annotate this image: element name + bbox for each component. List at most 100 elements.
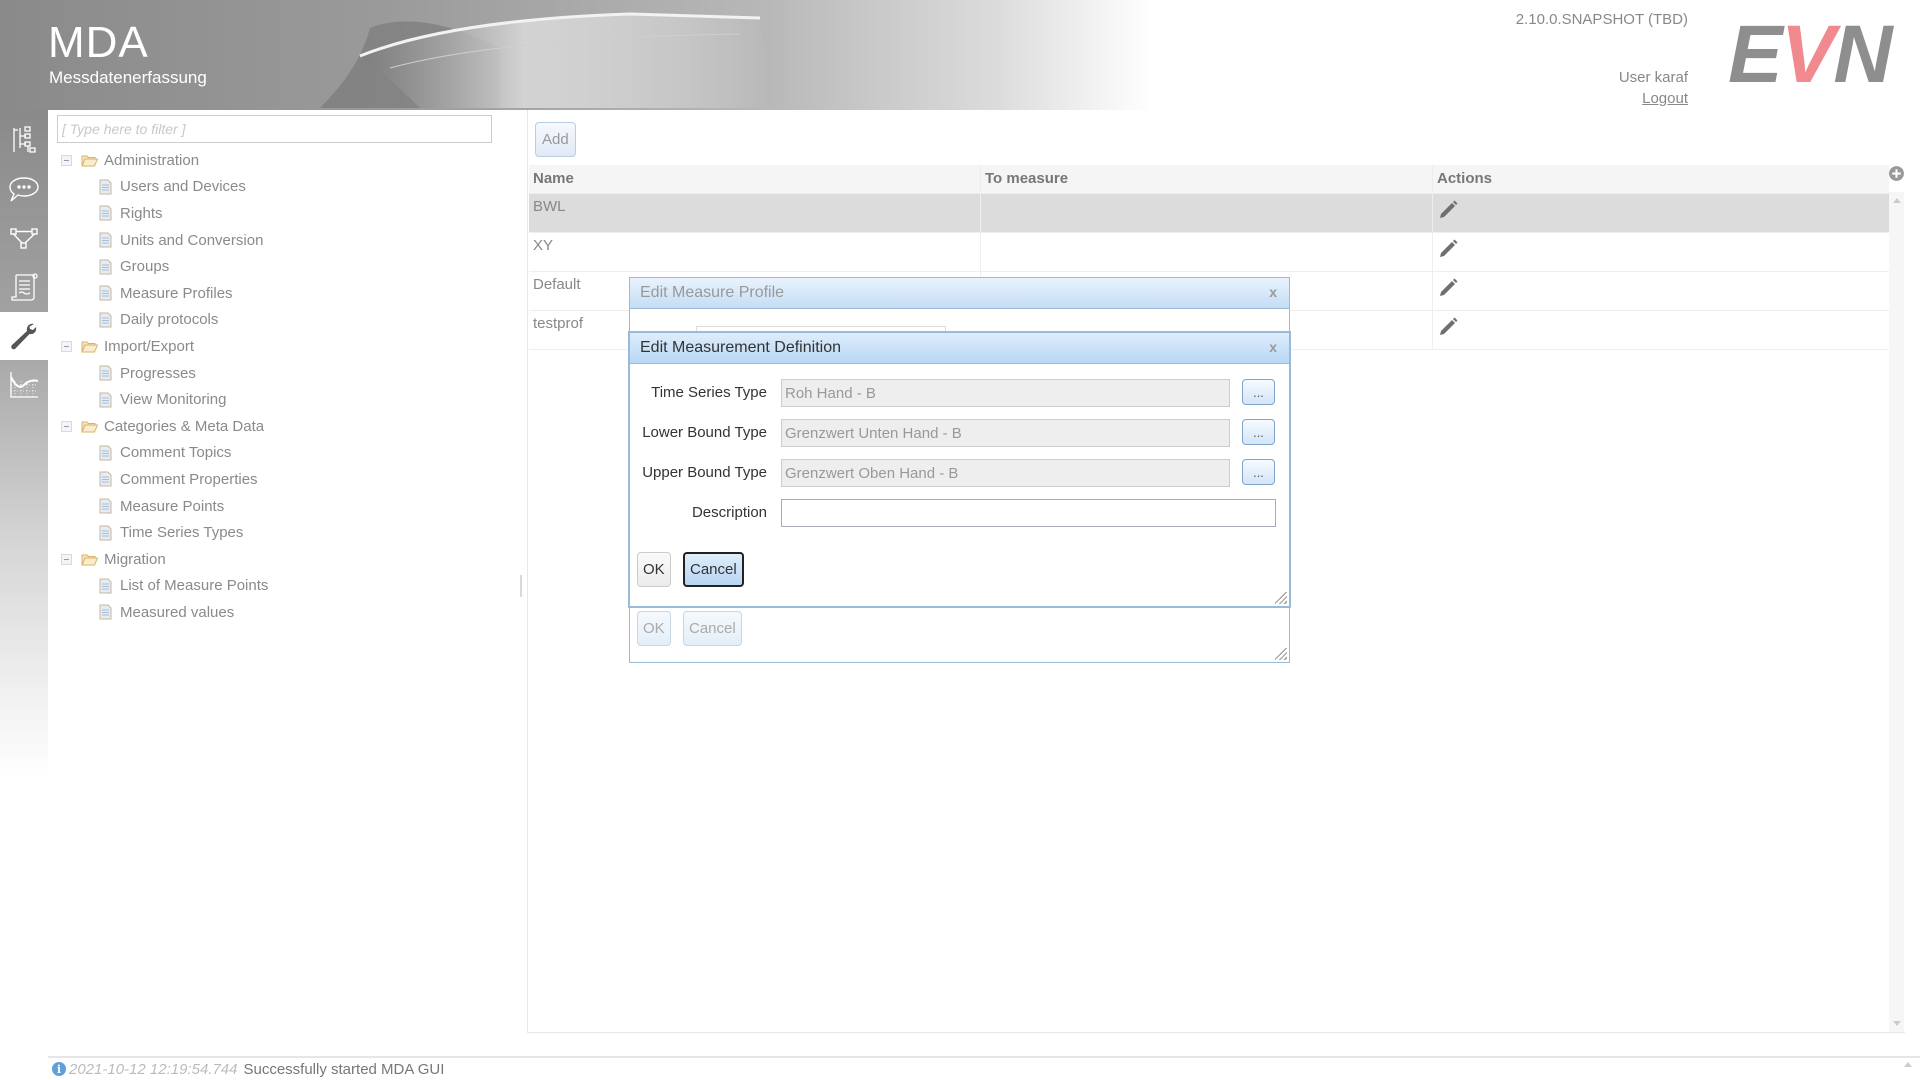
add-button[interactable]: Add (535, 122, 576, 157)
page-scroll-up-arrow-icon[interactable] (1904, 1062, 1912, 1067)
resize-grip-icon[interactable] (1275, 592, 1287, 604)
document-icon (99, 205, 112, 221)
tree-label: View Monitoring (120, 391, 227, 409)
cancel-button[interactable]: Cancel (683, 552, 744, 587)
scroll-down-arrow-icon[interactable] (1893, 1021, 1901, 1026)
lower-bound-type-browse-button[interactable]: ... (1242, 419, 1275, 445)
tree-item[interactable]: List of Measure Points (61, 573, 268, 600)
tree-label: Import/Export (104, 337, 195, 355)
info-icon: i (52, 1062, 66, 1076)
dialog-titlebar[interactable]: Edit Measurement Definition x (630, 333, 1289, 364)
upper-bound-type-row: Upper Bound Type ... (630, 459, 1289, 487)
description-row: Description (630, 499, 1289, 527)
close-icon[interactable]: x (1269, 284, 1277, 300)
open-folder-icon (81, 554, 98, 566)
document-icon (99, 259, 112, 275)
time-series-type-browse-button[interactable]: ... (1242, 379, 1275, 405)
document-icon (99, 312, 112, 328)
column-header-actions[interactable]: Actions (1433, 165, 1889, 193)
tree-item[interactable]: Units and Conversion (61, 227, 268, 254)
cell-actions (1433, 194, 1889, 232)
tree-label: Units and Conversion (120, 231, 264, 249)
tree-folder[interactable]: Administration (61, 147, 268, 174)
tree-label: Migration (104, 550, 166, 568)
open-folder-icon (81, 155, 98, 167)
evn-logo: EVN (1728, 14, 1893, 96)
tree-item[interactable]: Comment Topics (61, 440, 268, 467)
open-folder-icon (81, 341, 98, 353)
collapse-toggle-icon[interactable] (61, 553, 72, 565)
cell-name: XY (529, 233, 981, 271)
column-header-name[interactable]: Name (529, 165, 981, 193)
nav-charts[interactable] (0, 361, 48, 409)
scroll-up-arrow-icon[interactable] (1893, 198, 1901, 203)
dialog-titlebar[interactable]: Edit Measure Profile x (630, 278, 1289, 309)
lower-bound-type-input[interactable] (781, 419, 1230, 447)
cell-actions (1433, 233, 1889, 271)
nav-workflow[interactable] (0, 214, 48, 262)
tree-item[interactable]: Measure Profiles (61, 280, 268, 307)
tree-item[interactable]: Measure Points (61, 493, 268, 520)
document-icon (99, 445, 112, 461)
tree-item[interactable]: Time Series Types (61, 519, 268, 546)
ok-button[interactable]: OK (637, 611, 671, 646)
logo-letter-e: E (1728, 9, 1783, 100)
time-series-type-input[interactable] (781, 379, 1230, 407)
tree-item[interactable]: Users and Devices (61, 174, 268, 201)
table-row[interactable]: XY (529, 233, 1889, 272)
app-subtitle: Messdatenerfassung (49, 68, 207, 87)
nav-administration[interactable] (0, 312, 48, 360)
tree-item[interactable]: Progresses (61, 360, 268, 387)
nav-hierarchy[interactable] (0, 116, 48, 164)
open-folder-icon (81, 421, 98, 433)
document-icon (99, 604, 112, 620)
tree-item[interactable]: Daily protocols (61, 307, 268, 334)
add-column-icon[interactable] (1888, 165, 1905, 182)
upper-bound-type-input[interactable] (781, 459, 1230, 487)
edit-measurement-definition-dialog: Edit Measurement Definition x Time Serie… (629, 332, 1290, 607)
edit-pencil-icon[interactable] (1437, 276, 1461, 300)
lower-bound-type-label: Lower Bound Type (642, 424, 767, 441)
edit-pencil-icon[interactable] (1437, 198, 1461, 222)
panel-splitter-handle[interactable] (520, 575, 522, 597)
app-title: MDA (48, 18, 149, 67)
tree-item[interactable]: Groups (61, 253, 268, 280)
tree-folder[interactable]: Import/Export (61, 333, 268, 360)
tree-item[interactable]: Rights (61, 200, 268, 227)
tree-folder[interactable]: Migration (61, 546, 268, 573)
cancel-button[interactable]: Cancel (683, 611, 742, 646)
collapse-toggle-icon[interactable] (61, 340, 72, 352)
lower-bound-type-row: Lower Bound Type ... (630, 419, 1289, 447)
document-icon (99, 525, 112, 541)
logout-link[interactable]: Logout (1642, 90, 1688, 107)
column-header-to-measure[interactable]: To measure (981, 165, 1433, 193)
version-label: 2.10.0.SNAPSHOT (TBD) (1515, 11, 1688, 28)
edit-pencil-icon[interactable] (1437, 315, 1461, 339)
tree-item[interactable]: Measured values (61, 599, 268, 626)
comment-icon (9, 177, 39, 202)
description-input[interactable] (781, 499, 1276, 527)
tree-label: Time Series Types (120, 524, 244, 542)
tree-folder[interactable]: Categories & Meta Data (61, 413, 268, 440)
module-icon-bar (0, 110, 48, 780)
table-row[interactable]: BWL (529, 194, 1889, 233)
tree-item[interactable]: View Monitoring (61, 386, 268, 413)
close-icon[interactable]: x (1269, 339, 1277, 355)
nav-comments[interactable] (0, 165, 48, 213)
upper-bound-type-browse-button[interactable]: ... (1242, 459, 1275, 485)
tree-label: Rights (120, 204, 163, 222)
tree-item[interactable]: Comment Properties (61, 466, 268, 493)
edit-pencil-icon[interactable] (1437, 237, 1461, 261)
resize-grip-icon[interactable] (1275, 648, 1287, 660)
status-message: Successfully started MDA GUI (243, 1060, 445, 1078)
ok-button[interactable]: OK (637, 552, 671, 587)
collapse-toggle-icon[interactable] (61, 420, 72, 432)
nav-protocols[interactable] (0, 263, 48, 311)
document-icon (99, 232, 112, 248)
tree-label: Categories & Meta Data (104, 417, 265, 435)
collapse-toggle-icon[interactable] (61, 154, 72, 166)
tree-label: Users and Devices (120, 178, 246, 196)
tree-filter-input[interactable] (57, 115, 492, 143)
table-vertical-scrollbar[interactable] (1889, 192, 1904, 1032)
document-icon (99, 285, 112, 301)
